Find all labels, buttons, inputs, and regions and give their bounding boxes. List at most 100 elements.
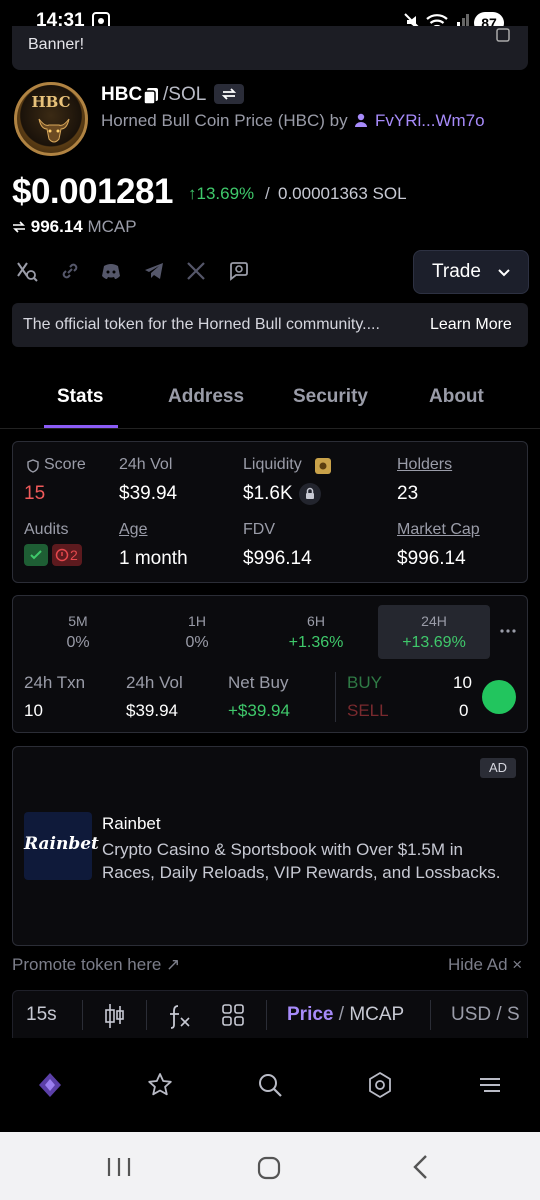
- back-icon[interactable]: [410, 1154, 430, 1180]
- fdv-label: FDV: [243, 521, 275, 538]
- more-options-icon[interactable]: [500, 628, 516, 634]
- interval-selector[interactable]: 15s: [26, 1004, 57, 1026]
- divider: [430, 1000, 431, 1030]
- learn-more-link[interactable]: Learn More: [430, 316, 512, 334]
- x-search-icon[interactable]: [16, 260, 38, 282]
- timeframe-change: +13.69%: [402, 634, 466, 651]
- mcap-row: 996.14 MCAP: [12, 217, 137, 237]
- price-mcap-toggle[interactable]: Price / MCAP: [287, 1004, 404, 1026]
- price-change: ↑13.69%: [188, 184, 255, 203]
- settings-hex-icon[interactable]: [366, 1071, 394, 1099]
- ad-badge: AD: [480, 758, 516, 778]
- score-value: 15: [24, 483, 46, 504]
- banner-text: Banner!: [28, 36, 85, 53]
- vol-label: 24h Vol: [119, 456, 173, 473]
- tab-about[interactable]: About: [429, 386, 484, 408]
- token-about-text: The official token for the Horned Bull c…: [23, 316, 380, 333]
- lock-icon: [299, 483, 321, 505]
- banner[interactable]: Banner!: [12, 26, 528, 70]
- toggle-separator: /: [333, 1004, 350, 1025]
- timeframe-5m[interactable]: 5M 0%: [22, 605, 134, 659]
- ad-title: Rainbet: [102, 814, 161, 833]
- audit-fail-badge[interactable]: 2: [52, 544, 82, 566]
- timeframe-label: 1H: [188, 613, 206, 629]
- liquidity-pool-icon: [315, 458, 331, 474]
- menu-icon[interactable]: [476, 1071, 504, 1099]
- warning-icon: [55, 548, 69, 562]
- mcap-label: MCAP: [87, 217, 137, 236]
- timeframe-change: 0%: [185, 634, 209, 651]
- token-logo-text: HBC: [31, 93, 71, 111]
- currency-toggle[interactable]: USD / S: [451, 1004, 520, 1026]
- layout-grid-icon[interactable]: [222, 1004, 244, 1026]
- mcap-value: 996.14: [30, 217, 83, 236]
- bull-icon: [38, 118, 70, 143]
- candlestick-icon[interactable]: [104, 1002, 126, 1030]
- telegram-icon[interactable]: [143, 260, 165, 282]
- buy-label: BUY: [347, 673, 382, 692]
- price-separator: /: [265, 184, 270, 203]
- fdv-value: $996.14: [243, 548, 312, 569]
- mcap-option[interactable]: MCAP: [349, 1004, 404, 1025]
- liquidity-value: $1.6K: [243, 483, 293, 504]
- txn-value: 10: [24, 701, 43, 720]
- check-icon: [30, 550, 42, 560]
- star-icon[interactable]: [146, 1071, 174, 1099]
- link-icon[interactable]: [59, 260, 81, 282]
- timeframe-label: 6H: [307, 613, 325, 629]
- market-cap-value: $996.14: [397, 548, 466, 569]
- timeframe-6h[interactable]: 6H +1.36%: [260, 605, 372, 659]
- swap-icon: [13, 221, 25, 233]
- trade-label: Trade: [432, 261, 481, 282]
- timeframe-1h[interactable]: 1H 0%: [141, 605, 253, 659]
- recent-apps-icon[interactable]: [106, 1156, 132, 1178]
- activity-vol-label: 24h Vol: [126, 673, 183, 692]
- audit-fail-count: 2: [70, 547, 78, 563]
- audit-pass-badge[interactable]: [24, 544, 48, 566]
- creator-address-link[interactable]: FvYRi...Wm7o: [375, 111, 485, 131]
- divider: [82, 1000, 83, 1030]
- tab-address[interactable]: Address: [168, 386, 244, 408]
- price-in-sol: 0.00001363 SOL: [278, 184, 407, 203]
- audits-label: Audits: [24, 521, 69, 538]
- external-icon[interactable]: [496, 28, 510, 42]
- home-logo-icon[interactable]: [36, 1071, 64, 1099]
- ad-body: Crypto Casino & Sportsbook with Over $1.…: [102, 840, 501, 882]
- swap-pair-button[interactable]: [214, 84, 244, 104]
- copy-icon[interactable]: [143, 87, 159, 105]
- age-label[interactable]: Age: [119, 521, 147, 539]
- search-icon[interactable]: [256, 1071, 284, 1099]
- holders-label[interactable]: Holders: [397, 456, 452, 474]
- indicators-icon[interactable]: [168, 1002, 192, 1030]
- user-icon: [355, 113, 367, 127]
- timeframe-label: 5M: [68, 613, 88, 629]
- sell-label: SELL: [347, 701, 389, 720]
- market-cap-label[interactable]: Market Cap: [397, 521, 480, 539]
- token-price: $0.001281: [12, 172, 173, 211]
- promote-token-link[interactable]: Promote token here ↗: [12, 955, 180, 975]
- search-chat-icon[interactable]: [228, 260, 250, 282]
- trade-button[interactable]: Trade: [413, 250, 529, 294]
- x-twitter-icon[interactable]: [185, 260, 207, 282]
- activity-vol-value: $39.94: [126, 701, 178, 720]
- vol-value: $39.94: [119, 483, 178, 504]
- hide-ad-button[interactable]: Hide Ad ×: [448, 955, 522, 975]
- age-value: 1 month: [119, 548, 188, 569]
- divider: [335, 672, 336, 722]
- system-navigation-bar: [0, 1132, 540, 1200]
- ad-logo: Rainbet: [24, 812, 99, 880]
- timeframe-24h[interactable]: 24H +13.69%: [378, 605, 490, 659]
- chevron-down-icon: [498, 269, 510, 277]
- sell-count: 0: [459, 701, 469, 720]
- discord-icon[interactable]: [100, 260, 122, 282]
- home-button-icon[interactable]: [257, 1156, 281, 1180]
- timeframe-change: 0%: [66, 634, 90, 651]
- tab-security[interactable]: Security: [293, 386, 368, 408]
- shield-icon: [27, 459, 39, 473]
- liquidity-label: Liquidity: [243, 456, 302, 473]
- tab-stats[interactable]: Stats: [57, 386, 103, 408]
- net-buy-value: +$39.94: [228, 701, 290, 720]
- price-option[interactable]: Price: [287, 1004, 333, 1025]
- swap-icon: [221, 88, 237, 100]
- token-subtitle: Horned Bull Coin Price (HBC) by: [101, 111, 348, 130]
